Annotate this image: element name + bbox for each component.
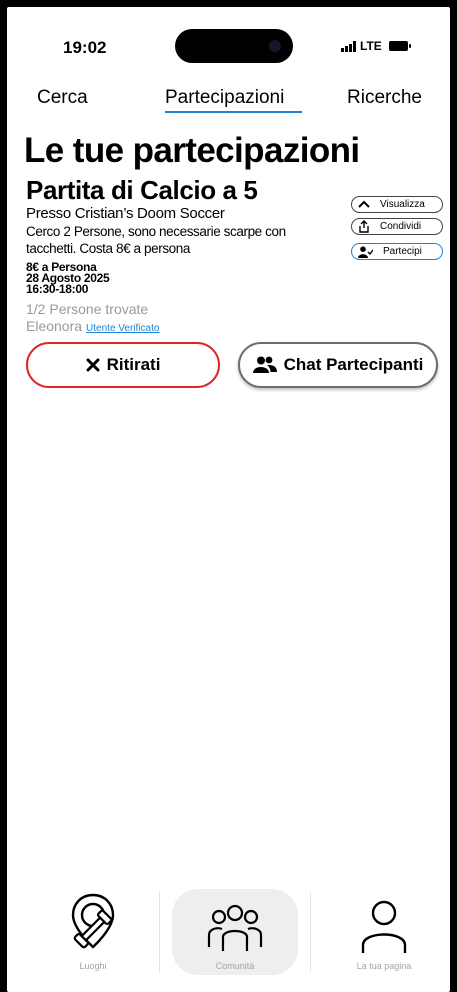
person-check-icon [358,245,373,258]
withdraw-label: Ritirati [106,355,161,374]
camera-icon [269,40,281,52]
network-label: LTE [360,39,382,53]
tab-cerca[interactable]: Cerca [37,87,88,109]
nav-la-tua-pagina[interactable]: La tua pagina [319,887,449,982]
status-indicators: LTE [341,39,411,53]
tab-ricerche[interactable]: Ricerche [347,87,422,109]
chat-participants-button[interactable]: Chat Partecipanti [238,342,438,388]
dumbbell-pin-icon [71,893,115,949]
phone-screen: 19:02 LTE Cerca Partecipazioni Ricerche … [7,7,450,992]
nav-comunita[interactable]: Comunità [170,887,300,982]
author-name[interactable]: Eleonora [26,318,82,334]
participate-label: Partecipi [383,246,422,257]
nav-la-tua-pagina-label: La tua pagina [356,961,412,971]
people-found: 1/2 Persone trovate [26,301,149,317]
event-time: 16:30-18:00 [26,282,89,296]
chevron-up-icon [358,200,370,208]
active-tab-indicator [165,111,302,113]
view-label: Visualizza [380,199,425,210]
event-description: Cerco 2 Persone, sono necessarie scarpe … [26,224,286,256]
dynamic-island [175,29,293,63]
status-time: 19:02 [63,38,107,57]
event-title: Partita di Calcio a 5 [26,175,258,205]
nav-comunita-label: Comunità [215,961,255,971]
share-icon [359,220,369,233]
nav-luoghi-label: Luoghi [79,961,107,971]
participate-button[interactable]: Partecipi [351,243,443,260]
withdraw-button[interactable]: Ritirati [26,342,220,388]
community-icon [207,904,263,951]
page-title: Le tue partecipazioni [24,131,360,170]
tab-partecipazioni[interactable]: Partecipazioni [165,87,284,109]
view-button[interactable]: Visualizza [351,196,443,213]
share-button[interactable]: Condividi [351,218,443,235]
verified-badge[interactable]: Utente Verificato [86,323,159,334]
signal-icon [341,40,356,52]
close-icon [86,358,100,372]
share-label: Condividi [380,221,422,232]
battery-icon [388,41,411,51]
event-venue: Presso Cristian’s Doom Soccer [26,205,225,222]
group-icon [252,356,277,373]
person-icon [361,900,407,953]
nav-divider [310,892,311,972]
nav-luoghi[interactable]: Luoghi [28,887,158,982]
event-author: Eleonora Utente Verificato [26,318,159,334]
event-info: 8€ a Persona 28 Agosto 2025 16:30-18:00 [26,261,110,296]
nav-divider [159,892,160,972]
chat-label: Chat Partecipanti [283,355,424,374]
